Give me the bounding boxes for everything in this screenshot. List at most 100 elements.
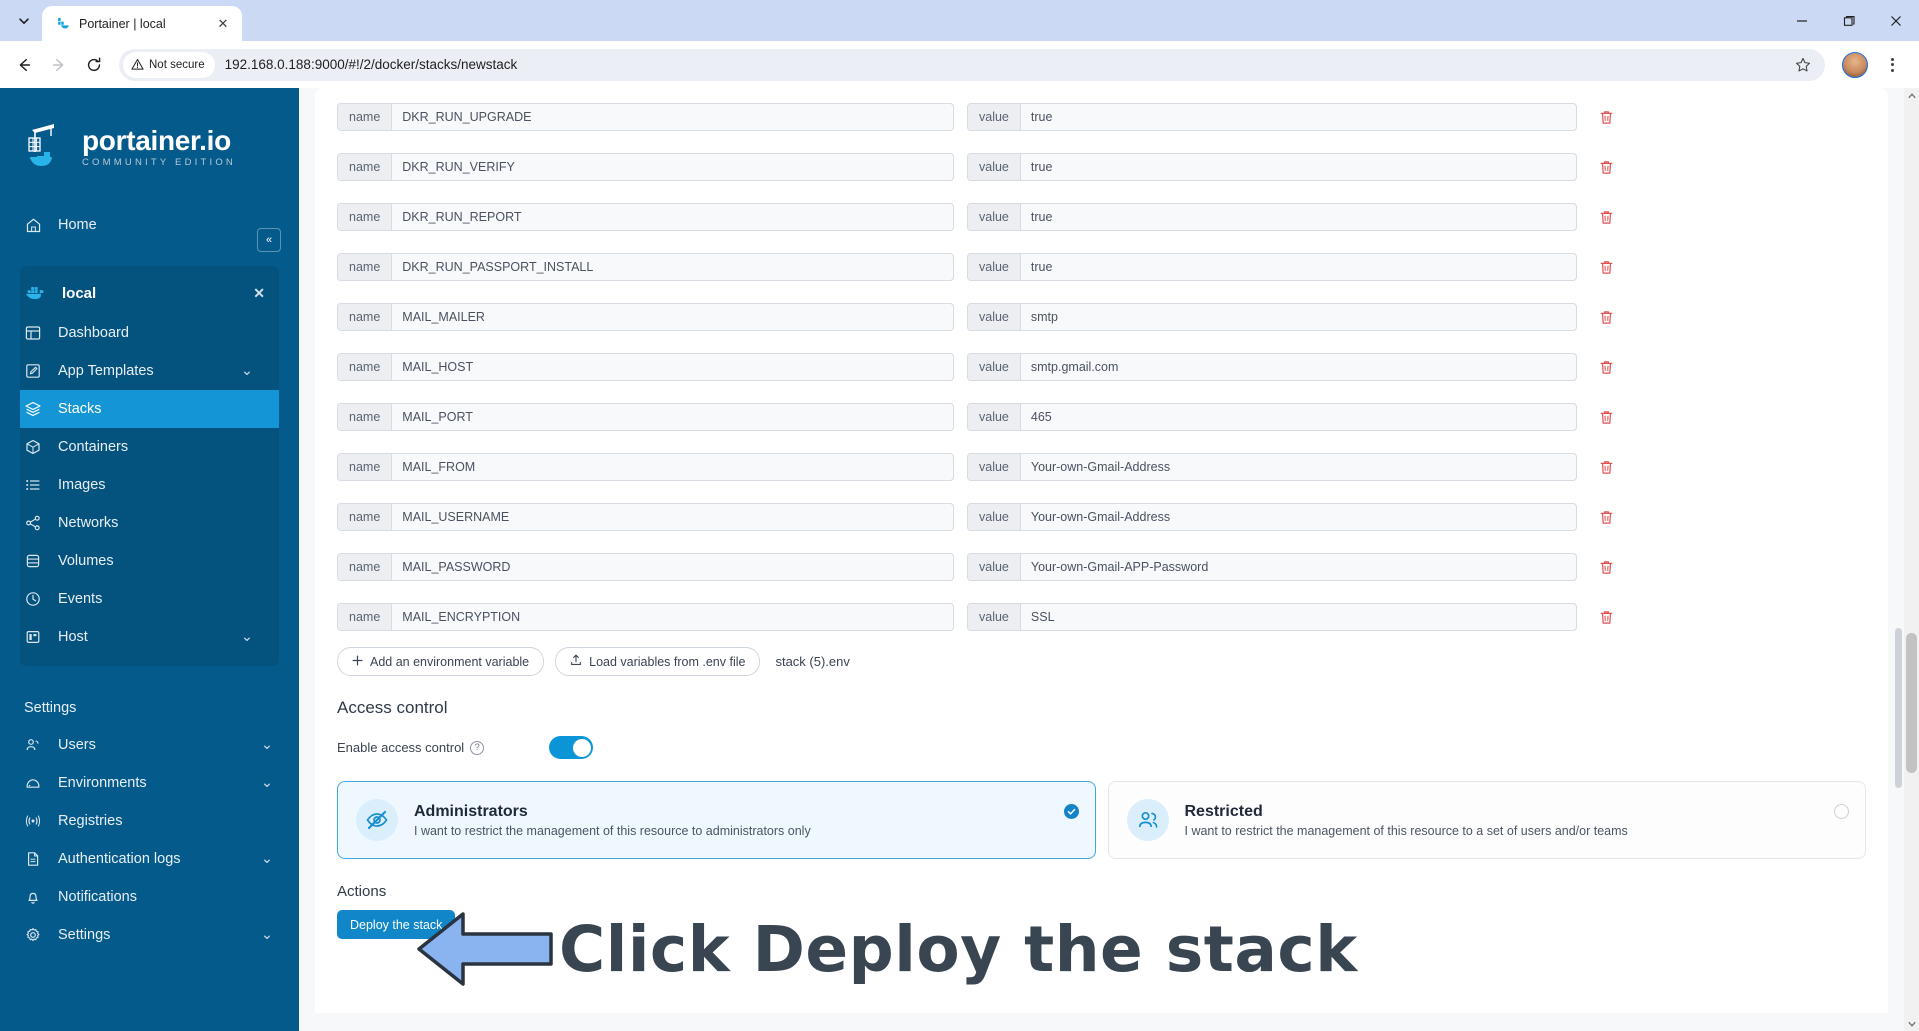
- env-name-field[interactable]: name: [337, 553, 954, 581]
- env-value-input[interactable]: [1020, 204, 1576, 230]
- delete-icon[interactable]: [1595, 306, 1617, 328]
- env-value-input[interactable]: [1020, 454, 1576, 480]
- delete-icon[interactable]: [1595, 206, 1617, 228]
- env-value-field[interactable]: value: [967, 353, 1577, 381]
- delete-icon[interactable]: [1595, 406, 1617, 428]
- maximize-button[interactable]: [1825, 0, 1872, 41]
- env-name-input[interactable]: [392, 404, 953, 430]
- acl-radio-unchecked-icon[interactable]: [1834, 804, 1849, 819]
- delete-icon[interactable]: [1595, 356, 1617, 378]
- page-scrollbar[interactable]: [1904, 88, 1919, 1031]
- env-value-field[interactable]: value: [967, 153, 1577, 181]
- env-name-input[interactable]: [392, 304, 953, 330]
- sidebar-item-networks[interactable]: Networks: [20, 504, 279, 542]
- env-name-field[interactable]: name: [337, 153, 954, 181]
- add-environment-variable-button[interactable]: Add an environment variable: [337, 647, 545, 676]
- sidebar-item-volumes[interactable]: Volumes: [20, 542, 279, 580]
- delete-icon[interactable]: [1595, 606, 1617, 628]
- env-value-field[interactable]: value: [967, 603, 1577, 631]
- env-name-input[interactable]: [392, 154, 953, 180]
- deploy-the-stack-button[interactable]: Deploy the stack: [337, 910, 456, 939]
- env-name-field[interactable]: name: [337, 253, 954, 281]
- chevron-down-icon[interactable]: ⌄: [241, 629, 253, 645]
- env-value-field[interactable]: value: [967, 403, 1577, 431]
- question-mark-icon[interactable]: ?: [470, 740, 485, 755]
- load-env-file-button[interactable]: Load variables from .env file: [555, 647, 761, 676]
- window-close-button[interactable]: [1872, 0, 1919, 41]
- env-name-input[interactable]: [392, 454, 953, 480]
- env-name-field[interactable]: name: [337, 303, 954, 331]
- env-value-input[interactable]: [1020, 154, 1576, 180]
- minimize-button[interactable]: [1778, 0, 1825, 41]
- env-value-field[interactable]: value: [967, 103, 1577, 131]
- env-value-input[interactable]: [1020, 504, 1576, 530]
- sidebar-item-registries[interactable]: Registries: [0, 802, 299, 840]
- env-name-field[interactable]: name: [337, 453, 954, 481]
- sidebar-item-containers[interactable]: Containers: [20, 428, 279, 466]
- env-name-field[interactable]: name: [337, 353, 954, 381]
- env-value-field[interactable]: value: [967, 453, 1577, 481]
- close-icon[interactable]: ✕: [213, 14, 233, 34]
- bookmark-star-icon[interactable]: [1789, 51, 1817, 79]
- chevron-down-icon[interactable]: ⌄: [261, 851, 273, 867]
- sidebar-item-app-templates[interactable]: App Templates ⌄: [20, 352, 279, 390]
- sidebar-item-settings[interactable]: Settings ⌄: [0, 916, 299, 954]
- delete-icon[interactable]: [1595, 256, 1617, 278]
- env-name-field[interactable]: name: [337, 403, 954, 431]
- chevron-down-icon[interactable]: ⌄: [261, 775, 273, 791]
- sidebar-item-environments[interactable]: Environments ⌄: [0, 764, 299, 802]
- sidebar-item-dashboard[interactable]: Dashboard: [20, 314, 279, 352]
- env-value-field[interactable]: value: [967, 503, 1577, 531]
- scrollbar-thumb[interactable]: [1906, 633, 1917, 773]
- env-name-input[interactable]: [392, 554, 953, 580]
- sidebar-item-notifications[interactable]: Notifications: [0, 878, 299, 916]
- acl-option-restricted[interactable]: Restricted I want to restrict the manage…: [1107, 781, 1866, 859]
- acl-option-administrators[interactable]: Administrators I want to restrict the ma…: [337, 781, 1096, 859]
- env-name-field[interactable]: name: [337, 103, 954, 131]
- address-bar[interactable]: Not secure 192.168.0.188:9000/#!/2/docke…: [119, 48, 1825, 81]
- sidebar-item-events[interactable]: Events: [20, 580, 279, 618]
- browser-tab[interactable]: Portainer | local ✕: [42, 6, 242, 41]
- env-value-field[interactable]: value: [967, 553, 1577, 581]
- sidebar-item-host[interactable]: Host ⌄: [20, 618, 279, 656]
- security-chip[interactable]: Not secure: [123, 51, 215, 78]
- env-value-field[interactable]: value: [967, 303, 1577, 331]
- env-name-input[interactable]: [392, 204, 953, 230]
- reload-button[interactable]: [78, 49, 110, 81]
- browser-menu-icon[interactable]: [1877, 50, 1907, 80]
- sidebar-item-users[interactable]: Users ⌄: [0, 726, 299, 764]
- content-scrollbar[interactable]: [1894, 88, 1903, 1031]
- env-value-input[interactable]: [1020, 104, 1576, 130]
- enable-access-control-toggle[interactable]: [549, 736, 593, 759]
- delete-icon[interactable]: [1595, 156, 1617, 178]
- env-name-field[interactable]: name: [337, 203, 954, 231]
- delete-icon[interactable]: [1595, 106, 1617, 128]
- delete-icon[interactable]: [1595, 556, 1617, 578]
- env-value-input[interactable]: [1020, 404, 1576, 430]
- scroll-up-arrow-icon[interactable]: [1904, 88, 1919, 103]
- env-name-input[interactable]: [392, 354, 953, 380]
- forward-button[interactable]: [43, 49, 75, 81]
- delete-icon[interactable]: [1595, 506, 1617, 528]
- chevron-down-icon[interactable]: ⌄: [261, 737, 273, 753]
- sidebar-item-images[interactable]: Images: [20, 466, 279, 504]
- chevron-down-icon[interactable]: ⌄: [241, 363, 253, 379]
- scroll-down-arrow-icon[interactable]: [1904, 1016, 1919, 1031]
- sidebar-item-authentication-logs[interactable]: Authentication logs ⌄: [0, 840, 299, 878]
- env-name-field[interactable]: name: [337, 503, 954, 531]
- sidebar-item-home[interactable]: Home: [0, 206, 299, 244]
- acl-radio-checked-icon[interactable]: [1063, 804, 1079, 819]
- env-value-field[interactable]: value: [967, 203, 1577, 231]
- env-value-input[interactable]: [1020, 254, 1576, 280]
- sidebar-item-stacks[interactable]: Stacks: [20, 390, 279, 428]
- tab-search-button[interactable]: [6, 6, 42, 36]
- env-name-input[interactable]: [392, 254, 953, 280]
- env-value-field[interactable]: value: [967, 253, 1577, 281]
- profile-avatar[interactable]: [1842, 51, 1868, 78]
- env-name-input[interactable]: [392, 504, 953, 530]
- portainer-logo[interactable]: portainer.io COMMUNITY EDITION: [0, 110, 299, 172]
- chevron-down-icon[interactable]: ⌄: [261, 927, 273, 943]
- sidebar-environment-header[interactable]: local ✕: [20, 272, 279, 314]
- env-name-input[interactable]: [392, 604, 953, 630]
- env-name-input[interactable]: [392, 104, 953, 130]
